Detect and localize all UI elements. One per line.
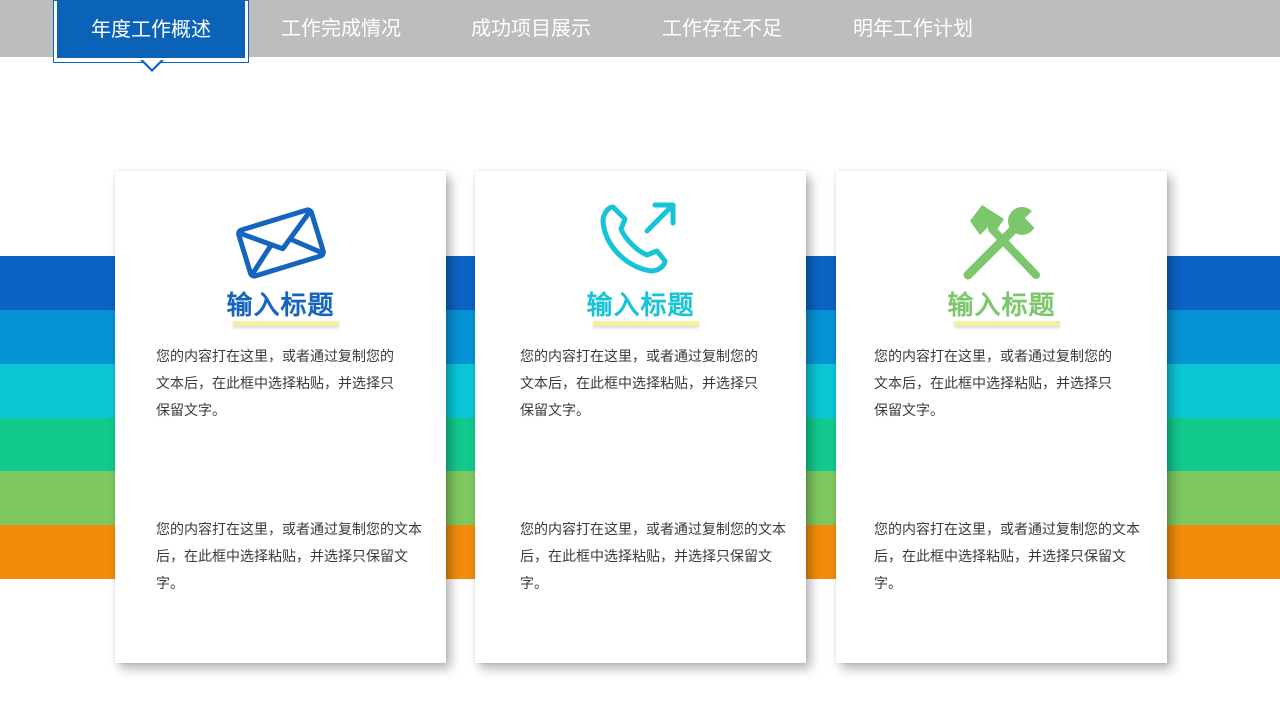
card-title: 输入标题 (947, 291, 1056, 321)
card-text-2: 您的内容打在这里，或者通过复制您的文本后，在此框中选择粘贴，并选择只保留文字。 (520, 522, 786, 592)
phone-outgoing-icon (475, 199, 806, 287)
title-underline (593, 321, 699, 326)
top-nav: 年度工作概述 工作完成情况 成功项目展示 工作存在不足 明年工作计划 (0, 0, 1280, 72)
tab-shortcomings[interactable]: 工作存在不足 (662, 0, 782, 57)
tab-next-year-plan[interactable]: 明年工作计划 (853, 0, 973, 57)
card-1: 输入标题 您的内容打在这里，或者通过复制您的文本后，在此框中选择粘贴，并选择只保… (115, 171, 446, 663)
card-text-1: 您的内容打在这里，或者通过复制您的文本后，在此框中选择粘贴，并选择只保留文字。 (874, 349, 1112, 419)
card-2: 输入标题 您的内容打在这里，或者通过复制您的文本后，在此框中选择粘贴，并选择只保… (475, 171, 806, 663)
card-text-1: 您的内容打在这里，或者通过复制您的文本后，在此框中选择粘贴，并选择只保留文字。 (520, 349, 758, 419)
tab-project-showcase[interactable]: 成功项目展示 (471, 0, 591, 57)
envelope-icon (115, 199, 446, 287)
active-tab-pointer-inner (142, 59, 162, 69)
card-3: 输入标题 您的内容打在这里，或者通过复制您的文本后，在此框中选择粘贴，并选择只保… (836, 171, 1167, 663)
card-text-2: 您的内容打在这里，或者通过复制您的文本后，在此框中选择粘贴，并选择只保留文字。 (874, 522, 1140, 592)
card-title: 输入标题 (586, 291, 695, 321)
card-text-1: 您的内容打在这里，或者通过复制您的文本后，在此框中选择粘贴，并选择只保留文字。 (156, 349, 394, 419)
tab-label: 年度工作概述 (57, 1, 245, 58)
tab-annual-overview[interactable]: 年度工作概述 (53, 0, 249, 63)
title-underline (233, 321, 339, 326)
tab-work-completion[interactable]: 工作完成情况 (281, 0, 401, 57)
card-text-2: 您的内容打在这里，或者通过复制您的文本后，在此框中选择粘贴，并选择只保留文字。 (156, 522, 422, 592)
title-underline (954, 321, 1060, 326)
card-title: 输入标题 (226, 291, 335, 321)
hammer-wrench-icon (836, 199, 1167, 287)
